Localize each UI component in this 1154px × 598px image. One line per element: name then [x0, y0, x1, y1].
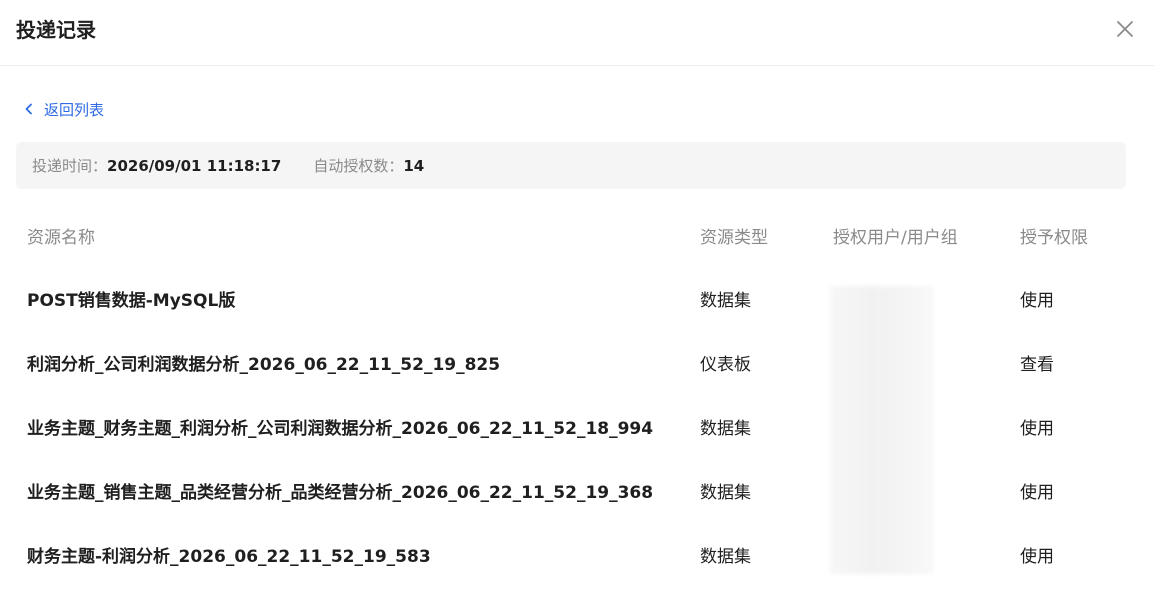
delivery-time: 投递时间： 2026/09/01 11:18:17 — [32, 155, 281, 176]
resource-type: 数据集 — [700, 419, 751, 439]
auto-auth-count: 自动授权数： 14 — [313, 155, 424, 176]
dialog-title: 投递记录 — [16, 18, 96, 42]
table-row: 财务主题-利润分析_2026_06_22_11_52_19_583 数据集 使用 — [0, 537, 1154, 577]
table-row: POST销售数据-MySQL版 数据集 使用 — [0, 281, 1154, 321]
resource-type: 数据集 — [700, 547, 751, 567]
permission: 使用 — [1020, 291, 1054, 311]
back-link-label: 返回列表 — [44, 100, 105, 119]
resource-name: 财务主题-利润分析_2026_06_22_11_52_19_583 — [27, 547, 431, 567]
chevron-left-icon — [25, 103, 32, 115]
permission: 查看 — [1020, 355, 1054, 375]
table-row: 业务主题_财务主题_利润分析_公司利润数据分析_2026_06_22_11_52… — [0, 409, 1154, 449]
resource-name: 利润分析_公司利润数据分析_2026_06_22_11_52_19_825 — [27, 355, 501, 375]
resource-type: 数据集 — [700, 291, 751, 311]
delivery-info-bar: 投递时间： 2026/09/01 11:18:17 自动授权数： 14 — [16, 142, 1126, 189]
resource-name: 业务主题_销售主题_品类经营分析_品类经营分析_2026_06_22_11_52… — [27, 483, 654, 503]
resource-type: 仪表板 — [700, 355, 751, 375]
resource-type: 数据集 — [700, 483, 751, 503]
delivery-time-value: 2026/09/01 11:18:17 — [107, 156, 282, 175]
table-row: 利润分析_公司利润数据分析_2026_06_22_11_52_19_825 仪表… — [0, 345, 1154, 385]
close-button[interactable] — [1112, 16, 1138, 42]
close-icon — [1117, 21, 1133, 37]
permission: 使用 — [1020, 547, 1054, 567]
permission: 使用 — [1020, 419, 1054, 439]
column-header-resource-type: 资源类型 — [700, 228, 768, 248]
delivery-time-label: 投递时间： — [32, 157, 108, 175]
column-header-authorized-users: 授权用户/用户组 — [833, 228, 958, 248]
table-row: 业务主题_销售主题_品类经营分析_品类经营分析_2026_06_22_11_52… — [0, 473, 1154, 513]
column-header-resource-name: 资源名称 — [27, 228, 95, 248]
column-header-permission: 授予权限 — [1020, 228, 1088, 248]
permission: 使用 — [1020, 483, 1054, 503]
back-to-list-link[interactable]: 返回列表 — [22, 97, 104, 121]
resource-name: POST销售数据-MySQL版 — [27, 291, 236, 311]
dialog-header: 投递记录 — [0, 0, 1154, 66]
table-header: 资源名称 资源类型 授权用户/用户组 授予权限 — [0, 218, 1154, 258]
auto-auth-count-label: 自动授权数： — [313, 157, 404, 175]
auto-auth-count-value: 14 — [403, 156, 425, 175]
resource-name: 业务主题_财务主题_利润分析_公司利润数据分析_2026_06_22_11_52… — [27, 419, 654, 439]
